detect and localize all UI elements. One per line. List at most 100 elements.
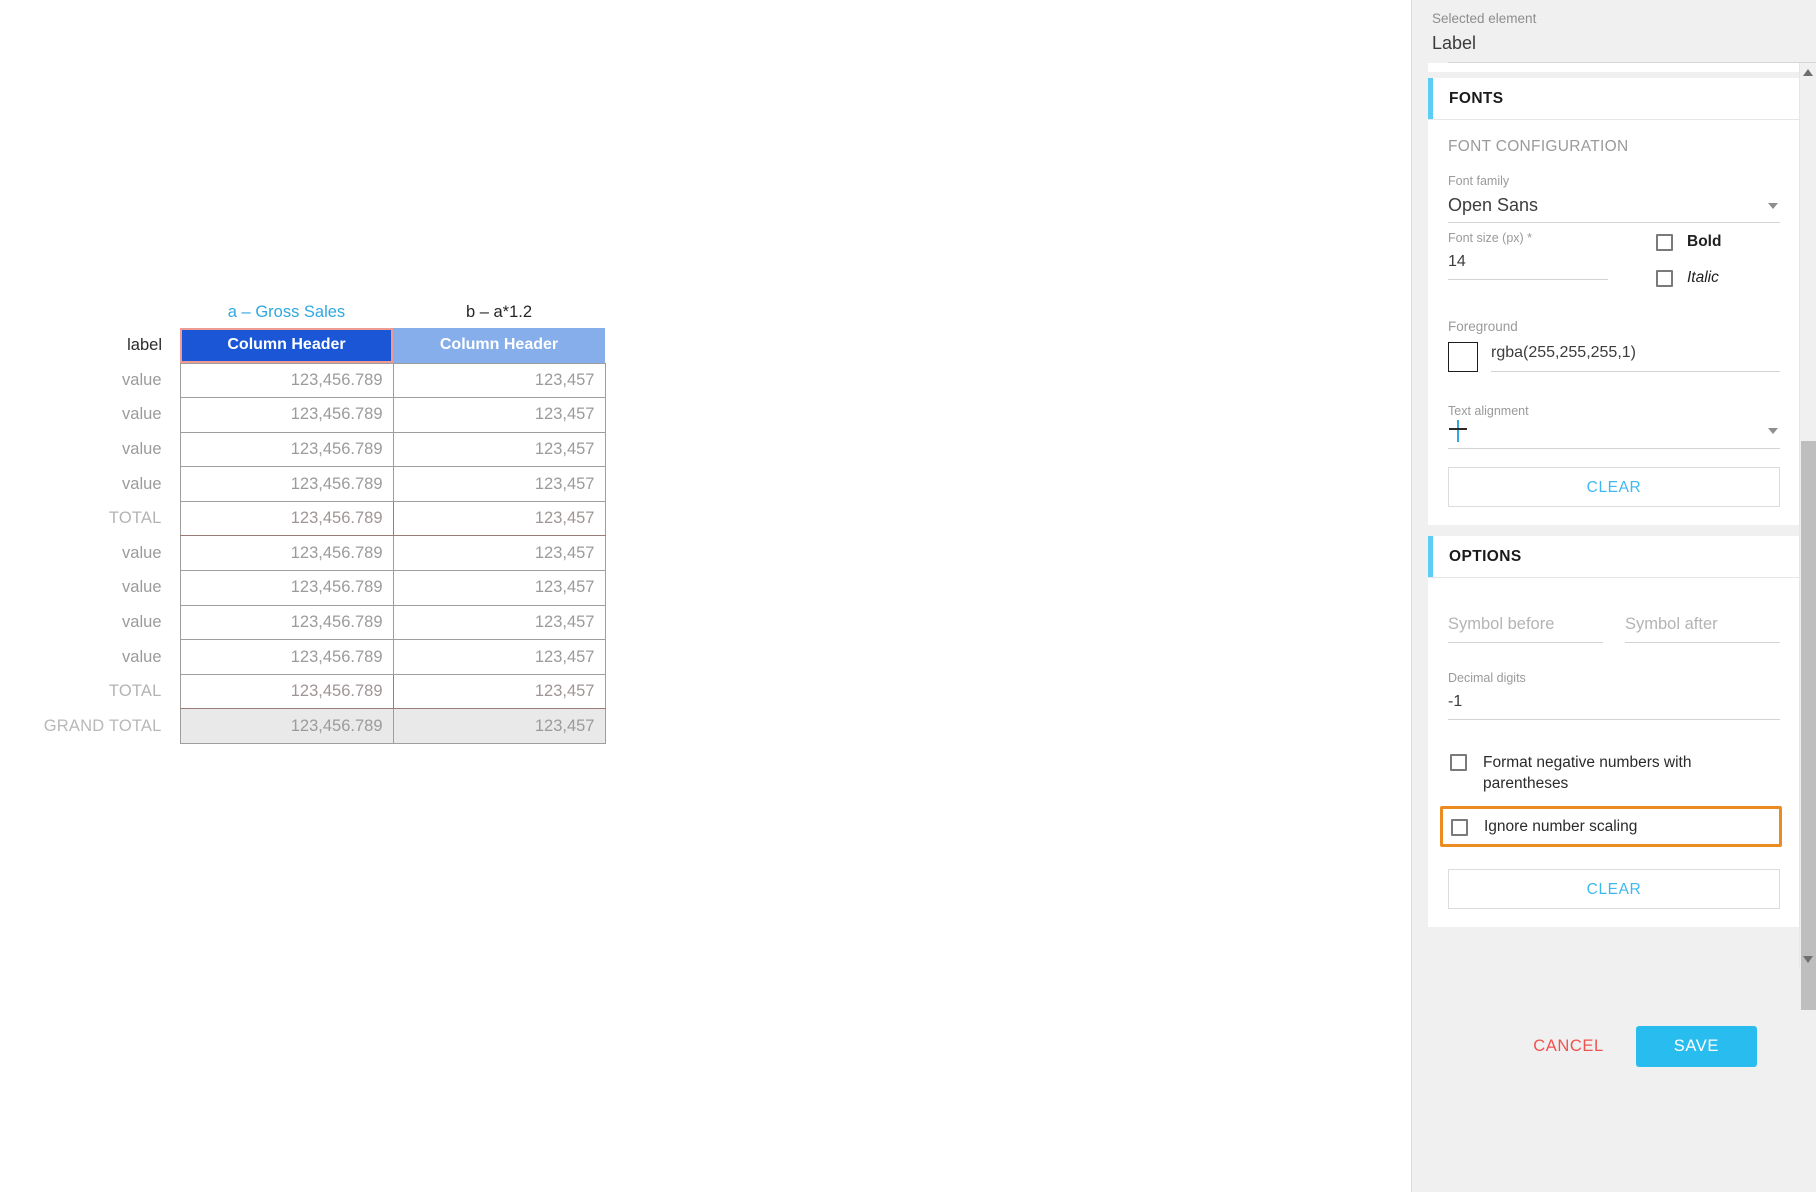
fonts-card: FONTS FONT CONFIGURATION Font family Ope…: [1428, 78, 1800, 525]
row-label: value: [122, 405, 162, 424]
ignore-number-scaling-checkbox[interactable]: [1451, 819, 1468, 836]
crosstab-table-wrapper: a – Gross Sales b – a*1.2 label Column Head…: [0, 290, 700, 745]
cell-b[interactable]: 123,457: [392, 604, 606, 641]
bold-checkbox-row[interactable]: Bold: [1656, 233, 1780, 251]
card-gap-2: [1428, 528, 1800, 536]
table-row: value 123,456.789 123,457: [0, 535, 606, 572]
foreground-row: rgba(255,255,255,1): [1448, 342, 1780, 372]
cell-b[interactable]: 123,457: [392, 397, 606, 433]
header-label-cell: label: [127, 336, 162, 354]
panel-scroll-content: FONTS FONT CONFIGURATION Font family Ope…: [1428, 63, 1800, 930]
ignore-number-scaling-label: Ignore number scaling: [1484, 818, 1638, 835]
cell-a[interactable]: 123,456.789: [179, 431, 394, 468]
format-negative-row[interactable]: Format negative numbers with parentheses: [1448, 750, 1780, 796]
selected-element-value: Label: [1432, 33, 1477, 53]
table-row: TOTAL 123,456.789 123,457: [0, 673, 606, 710]
decimal-digits-input[interactable]: -1: [1448, 687, 1780, 720]
italic-checkbox-row[interactable]: Italic: [1656, 269, 1780, 287]
bold-label: Bold: [1687, 233, 1722, 250]
cell-a[interactable]: 123,456.789: [179, 570, 394, 606]
table-row: value 123,456.789 123,457: [0, 362, 606, 399]
properties-panel: Selected element Label FONTS FONT CONFIG…: [1411, 0, 1816, 1192]
crosstab-table: a – Gross Sales b – a*1.2 label Column Head…: [0, 290, 606, 745]
cell-b[interactable]: 123,457: [392, 570, 606, 606]
table-row: value 123,456.789 123,457: [0, 570, 606, 606]
cell-b[interactable]: 123,457: [392, 673, 606, 710]
cell-b[interactable]: 123,457: [392, 535, 606, 572]
cell-a[interactable]: 123,456.789: [179, 466, 394, 502]
row-label: value: [122, 612, 162, 631]
cell-a[interactable]: 123,456.789: [179, 604, 394, 641]
column-header-b[interactable]: Column Header: [393, 328, 605, 363]
font-size-input[interactable]: 14: [1448, 247, 1608, 280]
options-clear-wrap: CLEAR: [1448, 869, 1780, 909]
panel-scrollbar[interactable]: [1799, 63, 1816, 1026]
font-family-label: Font family: [1448, 174, 1510, 188]
font-configuration-caption: FONT CONFIGURATION: [1448, 138, 1629, 155]
format-negative-checkbox[interactable]: [1450, 754, 1467, 771]
panel-header: Selected element Label: [1412, 0, 1816, 71]
cell-a[interactable]: 123,456.789: [179, 362, 394, 399]
text-alignment-select[interactable]: [1448, 420, 1780, 449]
options-accent-bar: [1428, 536, 1433, 577]
fonts-card-title: FONTS: [1449, 89, 1504, 107]
cell-b[interactable]: 123,457: [392, 500, 606, 537]
cell-a[interactable]: 123,456.789: [179, 397, 394, 433]
row-label: value: [122, 370, 162, 389]
align-center-vertical-icon: [1448, 420, 1468, 442]
cell-a[interactable]: 123,456.789: [179, 639, 394, 675]
column-header-a[interactable]: Column Header: [180, 328, 393, 363]
cell-a[interactable]: 123,456.789: [179, 673, 394, 710]
scroll-up-arrow-icon[interactable]: [1803, 69, 1813, 76]
format-negative-label: Format negative numbers with parentheses: [1483, 754, 1692, 792]
row-label: TOTAL: [108, 509, 162, 528]
row-label: value: [122, 439, 162, 458]
row-label: value: [122, 647, 162, 666]
table-row: GRAND TOTAL 123,456.789 123,457: [0, 708, 606, 745]
cell-a[interactable]: 123,456.789: [179, 708, 394, 745]
cell-b[interactable]: 123,457: [392, 431, 606, 468]
symbol-after-input[interactable]: Symbol after: [1625, 612, 1780, 643]
scroll-down-arrow-icon[interactable]: [1803, 956, 1813, 963]
italic-checkbox[interactable]: [1656, 269, 1673, 287]
cell-a[interactable]: 123,456.789: [179, 500, 394, 537]
fonts-clear-button[interactable]: CLEAR: [1448, 467, 1780, 507]
cell-b[interactable]: 123,457: [392, 466, 606, 502]
save-button[interactable]: SAVE: [1635, 1026, 1757, 1067]
cell-a[interactable]: 123,456.789: [179, 535, 394, 572]
cancel-button[interactable]: CANCEL: [1519, 1028, 1618, 1065]
row-label: TOTAL: [108, 682, 162, 701]
options-card: OPTIONS Symbol before Symbol after Decim…: [1428, 536, 1800, 927]
selected-element-caption: Selected element: [1432, 11, 1537, 26]
options-card-title: OPTIONS: [1449, 547, 1522, 565]
text-alignment-label: Text alignment: [1448, 404, 1529, 418]
cell-b[interactable]: 123,457: [392, 708, 606, 745]
color-swatch[interactable]: [1448, 342, 1478, 372]
table-row: value 123,456.789 123,457: [0, 397, 606, 433]
cell-b[interactable]: 123,457: [392, 639, 606, 675]
italic-label: Italic: [1687, 269, 1719, 286]
font-family-select[interactable]: Open Sans: [1448, 190, 1780, 223]
panel-footer: CANCEL SAVE: [1412, 1010, 1816, 1192]
formula-spacer: [0, 290, 180, 328]
options-clear-button[interactable]: CLEAR: [1448, 869, 1780, 909]
row-label: value: [122, 578, 162, 597]
cell-b[interactable]: 123,457: [392, 362, 606, 399]
row-label: value: [122, 543, 162, 562]
font-size-field: Font size (px) * 14: [1448, 229, 1608, 305]
foreground-label: Foreground: [1448, 319, 1518, 334]
fonts-clear-wrap: CLEAR: [1448, 467, 1780, 507]
scrollbar-thumb[interactable]: [1801, 441, 1816, 1026]
font-family-value: Open Sans: [1448, 195, 1539, 215]
bold-checkbox[interactable]: [1656, 233, 1673, 251]
fonts-card-body: FONT CONFIGURATION Font family Open Sans: [1428, 120, 1800, 525]
foreground-value[interactable]: rgba(255,255,255,1): [1491, 342, 1780, 372]
row-label: value: [122, 474, 162, 493]
ignore-number-scaling-row[interactable]: Ignore number scaling: [1440, 806, 1782, 847]
footer-buttons: CANCEL SAVE: [1519, 1026, 1757, 1067]
font-size-value: 14: [1448, 253, 1466, 270]
app-root: a – Gross Sales b – a*1.2 label Column Head…: [0, 0, 1816, 1192]
symbol-before-input[interactable]: Symbol before: [1448, 612, 1603, 643]
decimal-digits-value: -1: [1448, 693, 1463, 710]
text-alignment-field: Text alignment: [1448, 402, 1780, 449]
